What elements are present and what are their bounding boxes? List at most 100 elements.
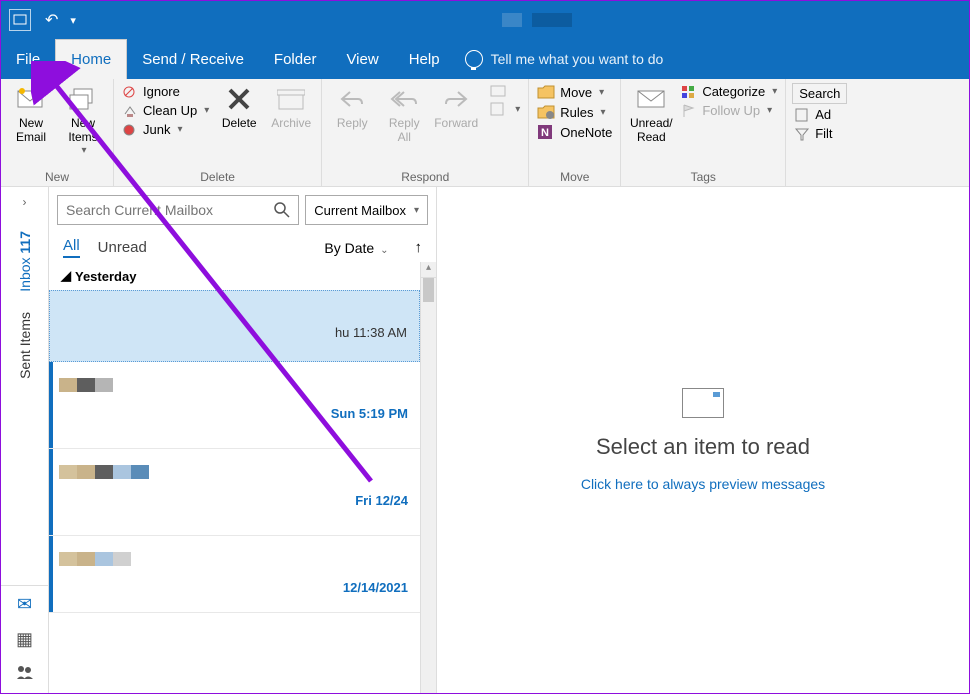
archive-icon (275, 83, 307, 115)
search-field[interactable] (66, 202, 274, 218)
filter-email-button[interactable]: Filt (792, 125, 847, 142)
expand-nav-icon[interactable]: › (23, 195, 27, 209)
undo-icon[interactable]: ↶ (45, 10, 58, 30)
chevron-down-icon: ⌄ (380, 245, 388, 256)
search-icon[interactable] (274, 202, 290, 218)
chevron-down-icon: ▾ (601, 107, 606, 118)
group-delete: Ignore Clean Up ▾ Junk ▾ Delete Archive De… (114, 79, 322, 186)
cleanup-button[interactable]: Clean Up ▾ (120, 102, 211, 119)
followup-button[interactable]: Follow Up▾ (679, 102, 779, 119)
mail-nav-icon[interactable]: ✉ (17, 594, 32, 615)
address-book-icon (794, 108, 810, 122)
tab-help[interactable]: Help (394, 39, 455, 79)
search-scope-dropdown[interactable]: Current Mailbox▾ (305, 195, 428, 225)
flag-icon (681, 104, 697, 118)
scroll-thumb[interactable] (423, 278, 434, 302)
onenote-button[interactable]: N OneNote (535, 123, 614, 141)
move-button[interactable]: Move▾ (535, 83, 614, 101)
sort-by-date[interactable]: By Date ⌄ (324, 240, 388, 256)
label: Search (799, 86, 840, 101)
delete-button[interactable]: Delete (215, 83, 263, 131)
new-email-icon (15, 83, 47, 115)
filter-unread[interactable]: Unread (98, 239, 147, 256)
redacted-sender (59, 552, 408, 566)
group-move: Move▾ Rules▾ NOneNote Move (529, 79, 621, 186)
nav-switcher: ✉ ▦ (1, 585, 48, 693)
ignore-icon (122, 85, 138, 99)
meeting-icon (490, 84, 508, 98)
message-timestamp: Fri 12/24 (355, 493, 408, 508)
chevron-down-icon: ▾ (204, 105, 209, 116)
reply-button[interactable]: Reply (328, 83, 376, 131)
address-book-button[interactable]: Ad (792, 106, 847, 123)
folder-pane-collapsed: › Inbox 117 Sent Items ✉ ▦ (1, 187, 49, 693)
categorize-button[interactable]: Categorize▾ (679, 83, 779, 100)
search-mailbox-input[interactable] (57, 195, 299, 225)
people-nav-icon[interactable] (16, 664, 34, 685)
message-timestamp: 12/14/2021 (343, 580, 408, 595)
more-respond-button[interactable]: ▾ (488, 101, 522, 117)
message-item[interactable]: hu 11:38 AM (49, 290, 420, 362)
junk-button[interactable]: Junk ▾ (120, 121, 211, 138)
delete-icon (223, 83, 255, 115)
tab-home[interactable]: Home (55, 39, 127, 79)
label: Clean Up (143, 103, 197, 118)
tell-me-label: Tell me what you want to do (491, 51, 664, 67)
label: Archive (271, 117, 311, 131)
label: Filt (815, 126, 832, 141)
ribbon-tabs: File Home Send / Receive Folder View Hel… (1, 39, 969, 79)
inbox-count: 117 (17, 231, 33, 254)
chevron-down-icon: ▾ (177, 124, 182, 135)
label: Rules (560, 105, 593, 120)
tab-folder[interactable]: Folder (259, 39, 332, 79)
group-label: Delete (120, 168, 315, 186)
scroll-up-icon[interactable]: ▴ (421, 262, 436, 278)
unread-read-button[interactable]: Unread/ Read (627, 83, 675, 145)
date-group-header[interactable]: ◢Yesterday (49, 262, 420, 290)
message-item[interactable]: Sun 5:19 PM (49, 362, 420, 449)
reading-pane: Select an item to read Click here to alw… (437, 187, 969, 693)
filter-all[interactable]: All (63, 237, 80, 258)
message-list: ◢Yesterday hu 11:38 AM Sun 5:19 PM Fri 1… (49, 262, 420, 693)
onenote-icon: N (537, 124, 555, 140)
reply-all-button[interactable]: Reply All (380, 83, 428, 145)
junk-icon (122, 123, 138, 137)
folder-inbox[interactable]: Inbox 117 (17, 221, 33, 302)
search-people-button[interactable]: Search (792, 83, 847, 104)
label: New Email (16, 117, 46, 145)
calendar-nav-icon[interactable]: ▦ (16, 629, 33, 650)
new-email-button[interactable]: New Email (7, 83, 55, 145)
archive-button[interactable]: Archive (267, 83, 315, 131)
forward-button[interactable]: Forward (432, 83, 480, 131)
message-item[interactable]: Fri 12/24 (49, 449, 420, 536)
message-list-pane: Current Mailbox▾ All Unread By Date ⌄ ↑ … (49, 187, 437, 693)
tab-file[interactable]: File (1, 39, 55, 79)
new-items-button[interactable]: New Items▾ (59, 83, 107, 156)
label: OneNote (560, 125, 612, 140)
sort-direction-icon[interactable]: ↑ (415, 239, 423, 256)
group-label: New (7, 168, 107, 186)
chevron-down-icon: ▾ (767, 105, 772, 116)
qat-dropdown-icon[interactable]: ▾ (70, 14, 76, 27)
ignore-button[interactable]: Ignore (120, 83, 211, 100)
message-item[interactable]: 12/14/2021 (49, 536, 420, 613)
tab-send-receive[interactable]: Send / Receive (127, 39, 259, 79)
forward-icon (440, 83, 472, 115)
tell-me-search[interactable]: Tell me what you want to do (465, 39, 664, 79)
title-redacted (532, 13, 572, 27)
scrollbar[interactable]: ▴ (420, 262, 436, 693)
group-respond: Reply Reply All Forward ▾ Respond (322, 79, 529, 186)
reading-pane-title: Select an item to read (596, 434, 810, 460)
tab-view[interactable]: View (331, 39, 393, 79)
chevron-down-icon: ▾ (81, 145, 86, 157)
folder-sent-items[interactable]: Sent Items (17, 302, 33, 389)
label: Inbox (17, 257, 33, 291)
unread-indicator (49, 449, 53, 535)
rules-button[interactable]: Rules ▾ (535, 103, 614, 121)
label: Junk (143, 122, 170, 137)
meeting-button[interactable] (488, 83, 522, 99)
lightbulb-icon (465, 50, 483, 68)
preview-link[interactable]: Click here to always preview messages (581, 476, 825, 492)
new-items-icon (67, 83, 99, 115)
svg-text:N: N (541, 127, 549, 139)
